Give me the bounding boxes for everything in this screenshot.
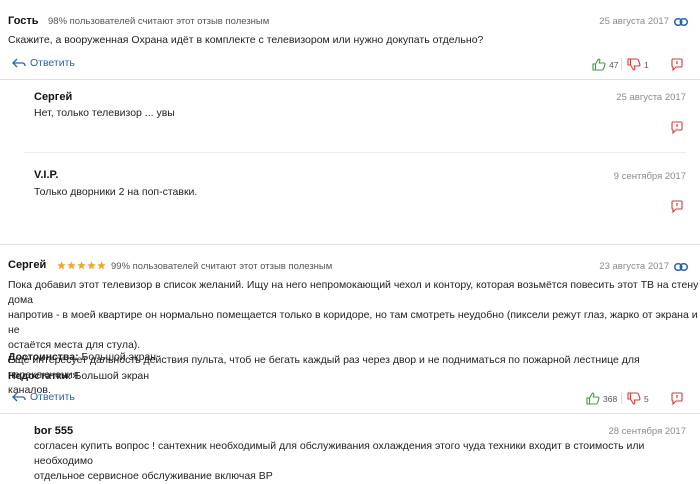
- star-icon: [87, 261, 96, 270]
- report-icon[interactable]: [670, 121, 684, 135]
- helpful-percentage: 98% пользователей считают этот отзыв пол…: [48, 16, 270, 27]
- report-icon[interactable]: [670, 200, 684, 214]
- reply-author: Сергей: [34, 91, 73, 103]
- thumbs-up-icon: [592, 58, 606, 71]
- cons-value: Большой экран: [74, 370, 150, 382]
- vote-divider: [621, 58, 622, 70]
- divider: [24, 152, 686, 153]
- reply-author: V.I.P.: [34, 169, 59, 181]
- link-icon[interactable]: [674, 263, 688, 271]
- reply-text-line: согласен купить вопрос ! сантехник необх…: [34, 440, 645, 467]
- reply-date: 25 августа 2017: [616, 92, 686, 103]
- reply-label: Ответить: [30, 57, 75, 69]
- star-icon: [77, 261, 86, 270]
- star-icon: [67, 261, 76, 270]
- pros-row: Достоинства: Большой экран: [8, 350, 156, 365]
- reply-date: 9 сентября 2017: [613, 171, 686, 182]
- review-text-line: напротив - в моей квартире он нормально …: [8, 309, 698, 336]
- reply-button[interactable]: Ответить: [12, 391, 75, 403]
- divider: [0, 244, 700, 245]
- vote-divider: [621, 392, 622, 404]
- thumbs-down-icon: [627, 392, 641, 405]
- dislike-count: 1: [644, 59, 649, 70]
- like-count: 47: [609, 59, 619, 70]
- reply-text: согласен купить вопрос ! сантехник необх…: [34, 439, 700, 484]
- dislike-count: 5: [644, 393, 649, 404]
- like-button[interactable]: 368: [586, 392, 617, 405]
- review-author: Гость: [8, 15, 39, 27]
- review-text-line: Пока добавил этот телевизор в список жел…: [8, 279, 699, 306]
- dislike-button[interactable]: 1: [627, 58, 649, 71]
- dislike-button[interactable]: 5: [627, 392, 649, 405]
- reply-label: Ответить: [30, 391, 75, 403]
- star-icon: [97, 261, 106, 270]
- like-button[interactable]: 47: [592, 58, 618, 71]
- reviews-page: Гость 98% пользователей считают этот отз…: [0, 0, 700, 482]
- rating-stars: [57, 261, 106, 270]
- reply-author: bor 555: [34, 425, 74, 437]
- review-text: Скажите, а вооруженная Охрана идёт в ком…: [8, 34, 484, 46]
- reply-text: Нет, только телевизор ... увы: [34, 107, 175, 119]
- link-icon[interactable]: [674, 18, 688, 26]
- pros-value: Большой экран: [81, 351, 157, 363]
- review-date: 23 августа 2017: [599, 261, 669, 272]
- report-icon[interactable]: [670, 392, 684, 406]
- pros-label: Достоинства:: [8, 351, 79, 363]
- reply-date: 28 сентября 2017: [608, 426, 686, 437]
- divider: [0, 413, 700, 414]
- reply-arrow-icon: [12, 58, 26, 68]
- thumbs-up-icon: [586, 392, 600, 405]
- cons-label: Недостатки:: [8, 370, 72, 382]
- reply-text-line: отдельное сервисное обслуживание включая…: [34, 470, 273, 482]
- review-author: Сергей: [8, 259, 47, 271]
- divider: [0, 79, 700, 80]
- report-icon[interactable]: [670, 58, 684, 72]
- helpful-percentage: 99% пользователей считают этот отзыв пол…: [111, 261, 333, 272]
- review-date: 25 августа 2017: [599, 16, 669, 27]
- like-count: 368: [603, 393, 618, 404]
- reply-text: Только дворники 2 на поп-ставки.: [34, 186, 198, 198]
- reply-arrow-icon: [12, 392, 26, 402]
- cons-row: Недостатки: Большой экран: [8, 369, 149, 384]
- thumbs-down-icon: [627, 58, 641, 71]
- reply-button[interactable]: Ответить: [12, 57, 75, 69]
- star-icon: [57, 261, 66, 270]
